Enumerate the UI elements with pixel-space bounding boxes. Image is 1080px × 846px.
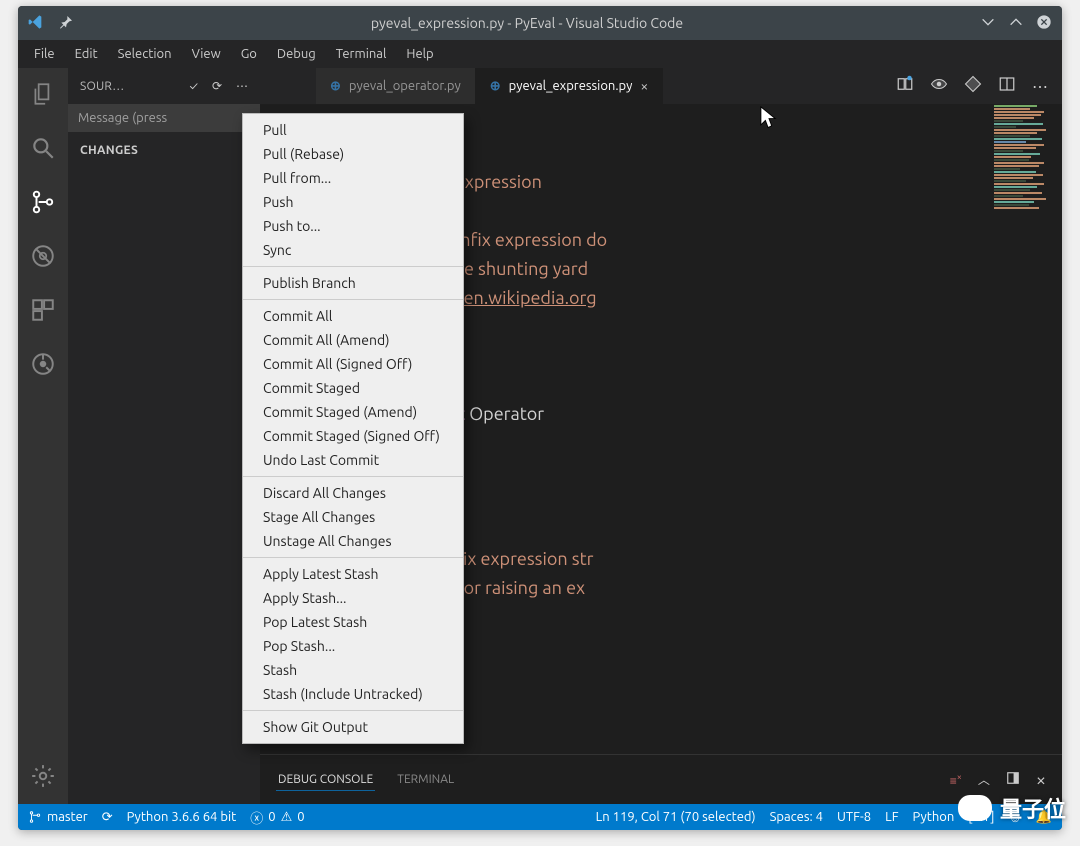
panel-tab-terminal[interactable]: TERMINAL: [395, 769, 456, 790]
titlebar: pyeval_expression.py - PyEval - Visual S…: [18, 6, 1062, 40]
status-language[interactable]: Python: [913, 810, 955, 824]
source-control-icon[interactable]: [29, 188, 57, 216]
debug-icon[interactable]: [29, 242, 57, 270]
close-icon[interactable]: [1036, 14, 1052, 33]
panel-tab-debug-console[interactable]: DEBUG CONSOLE: [276, 769, 375, 791]
python-file-icon: ⊕: [490, 79, 501, 94]
menu-stash[interactable]: Stash: [243, 658, 463, 682]
menu-publish-branch[interactable]: Publish Branch: [243, 271, 463, 295]
tab-bar: ⊕ pyeval_operator.py ⊕ pyeval_expression…: [260, 68, 1062, 104]
menu-selection[interactable]: Selection: [110, 45, 180, 63]
compare-changes-icon[interactable]: [896, 75, 914, 97]
menu-separator: [243, 299, 463, 300]
scm-sidebar: SOUR… ✓ ⟳ ⋯ Message (press CHANGES: [68, 68, 260, 804]
minimap[interactable]: [990, 104, 1062, 754]
status-sync-icon[interactable]: ⟳: [102, 810, 113, 825]
menu-commit-all-signed[interactable]: Commit All (Signed Off): [243, 352, 463, 376]
maximize-icon[interactable]: [1008, 14, 1024, 33]
scm-title: SOUR…: [80, 80, 176, 93]
explorer-icon[interactable]: [29, 80, 57, 108]
tab-label: pyeval_operator.py: [349, 79, 461, 93]
tab-pyeval-expression[interactable]: ⊕ pyeval_expression.py ×: [476, 68, 664, 104]
menu-commit-staged-signed[interactable]: Commit Staged (Signed Off): [243, 424, 463, 448]
clear-console-icon[interactable]: ≡×: [950, 772, 962, 788]
commit-check-icon[interactable]: ✓: [190, 80, 198, 93]
watermark-icon: [958, 795, 992, 821]
status-branch[interactable]: master: [28, 810, 88, 824]
menu-pull[interactable]: Pull: [243, 118, 463, 142]
menu-go[interactable]: Go: [233, 45, 265, 63]
panel-close-icon[interactable]: ×: [1036, 770, 1046, 790]
status-problems[interactable]: ⓧ 0 ⚠ 0: [250, 808, 304, 827]
panel-maximize-icon[interactable]: [1006, 771, 1020, 788]
watermark: 量子位: [958, 792, 1066, 824]
menu-pop-latest-stash[interactable]: Pop Latest Stash: [243, 610, 463, 634]
changes-section[interactable]: CHANGES: [68, 138, 260, 163]
menu-commit-staged-amend[interactable]: Commit Staged (Amend): [243, 400, 463, 424]
menu-commit-all-amend[interactable]: Commit All (Amend): [243, 328, 463, 352]
vscode-window: pyeval_expression.py - PyEval - Visual S…: [18, 6, 1062, 830]
python-file-icon: ⊕: [330, 79, 341, 94]
tab-label: pyeval_expression.py: [509, 79, 633, 93]
menu-terminal[interactable]: Terminal: [328, 45, 395, 63]
activity-bar: [18, 68, 68, 804]
menu-separator: [243, 476, 463, 477]
editor-more-icon[interactable]: ⋯: [1032, 77, 1048, 96]
tab-pyeval-operator[interactable]: ⊕ pyeval_operator.py: [316, 68, 476, 104]
status-eol[interactable]: LF: [885, 810, 898, 824]
more-actions-icon[interactable]: ⋯: [236, 79, 248, 93]
menu-unstage-all[interactable]: Unstage All Changes: [243, 529, 463, 553]
menu-apply-latest-stash[interactable]: Apply Latest Stash: [243, 562, 463, 586]
menu-commit-all[interactable]: Commit All: [243, 304, 463, 328]
menu-discard-all[interactable]: Discard All Changes: [243, 481, 463, 505]
menu-commit-staged[interactable]: Commit Staged: [243, 376, 463, 400]
extensions-icon[interactable]: [29, 296, 57, 324]
menu-apply-stash[interactable]: Apply Stash...: [243, 586, 463, 610]
menu-separator: [243, 266, 463, 267]
open-changes-icon[interactable]: [964, 75, 982, 97]
split-editor-icon[interactable]: [998, 75, 1016, 97]
pin-icon[interactable]: [58, 14, 74, 33]
status-python[interactable]: Python 3.6.6 64 bit: [127, 810, 237, 824]
menu-separator: [243, 710, 463, 711]
status-cursor[interactable]: Ln 119, Col 71 (70 selected): [596, 810, 756, 824]
menu-undo-last-commit[interactable]: Undo Last Commit: [243, 448, 463, 472]
gitlens-icon[interactable]: [29, 350, 57, 378]
menu-pull-rebase[interactable]: Pull (Rebase): [243, 142, 463, 166]
menu-stage-all[interactable]: Stage All Changes: [243, 505, 463, 529]
scm-context-menu: Pull Pull (Rebase) Pull from... Push Pus…: [242, 113, 464, 744]
watermark-text: 量子位: [1000, 792, 1066, 824]
menu-stash-untracked[interactable]: Stash (Include Untracked): [243, 682, 463, 706]
search-icon[interactable]: [29, 134, 57, 162]
panel: DEBUG CONSOLE TERMINAL ≡× ︿ ×: [260, 754, 1062, 804]
minimize-icon[interactable]: [980, 14, 996, 33]
menu-show-git-output[interactable]: Show Git Output: [243, 715, 463, 739]
panel-collapse-icon[interactable]: ︿: [978, 771, 990, 788]
menu-push[interactable]: Push: [243, 190, 463, 214]
menu-push-to[interactable]: Push to...: [243, 214, 463, 238]
window-title: pyeval_expression.py - PyEval - Visual S…: [74, 15, 980, 31]
vscode-logo-icon: [28, 14, 44, 33]
tab-close-icon[interactable]: ×: [640, 78, 648, 94]
menu-pull-from[interactable]: Pull from...: [243, 166, 463, 190]
menu-separator: [243, 557, 463, 558]
menubar: File Edit Selection View Go Debug Termin…: [18, 40, 1062, 68]
status-encoding[interactable]: UTF-8: [837, 810, 871, 824]
menu-file[interactable]: File: [26, 45, 63, 63]
mouse-cursor-icon: [760, 106, 778, 130]
status-bar: master ⟳ Python 3.6.6 64 bit ⓧ 0 ⚠ 0 Ln …: [18, 804, 1062, 830]
refresh-icon[interactable]: ⟳: [212, 79, 222, 93]
toggle-whitespace-icon[interactable]: [930, 75, 948, 97]
menu-view[interactable]: View: [184, 45, 229, 63]
menu-edit[interactable]: Edit: [67, 45, 106, 63]
menu-debug[interactable]: Debug: [269, 45, 324, 63]
menu-pop-stash[interactable]: Pop Stash...: [243, 634, 463, 658]
menu-sync[interactable]: Sync: [243, 238, 463, 262]
status-spaces[interactable]: Spaces: 4: [770, 810, 823, 824]
menu-help[interactable]: Help: [398, 45, 441, 63]
settings-gear-icon[interactable]: [29, 762, 57, 790]
commit-message-input[interactable]: Message (press: [68, 104, 260, 132]
